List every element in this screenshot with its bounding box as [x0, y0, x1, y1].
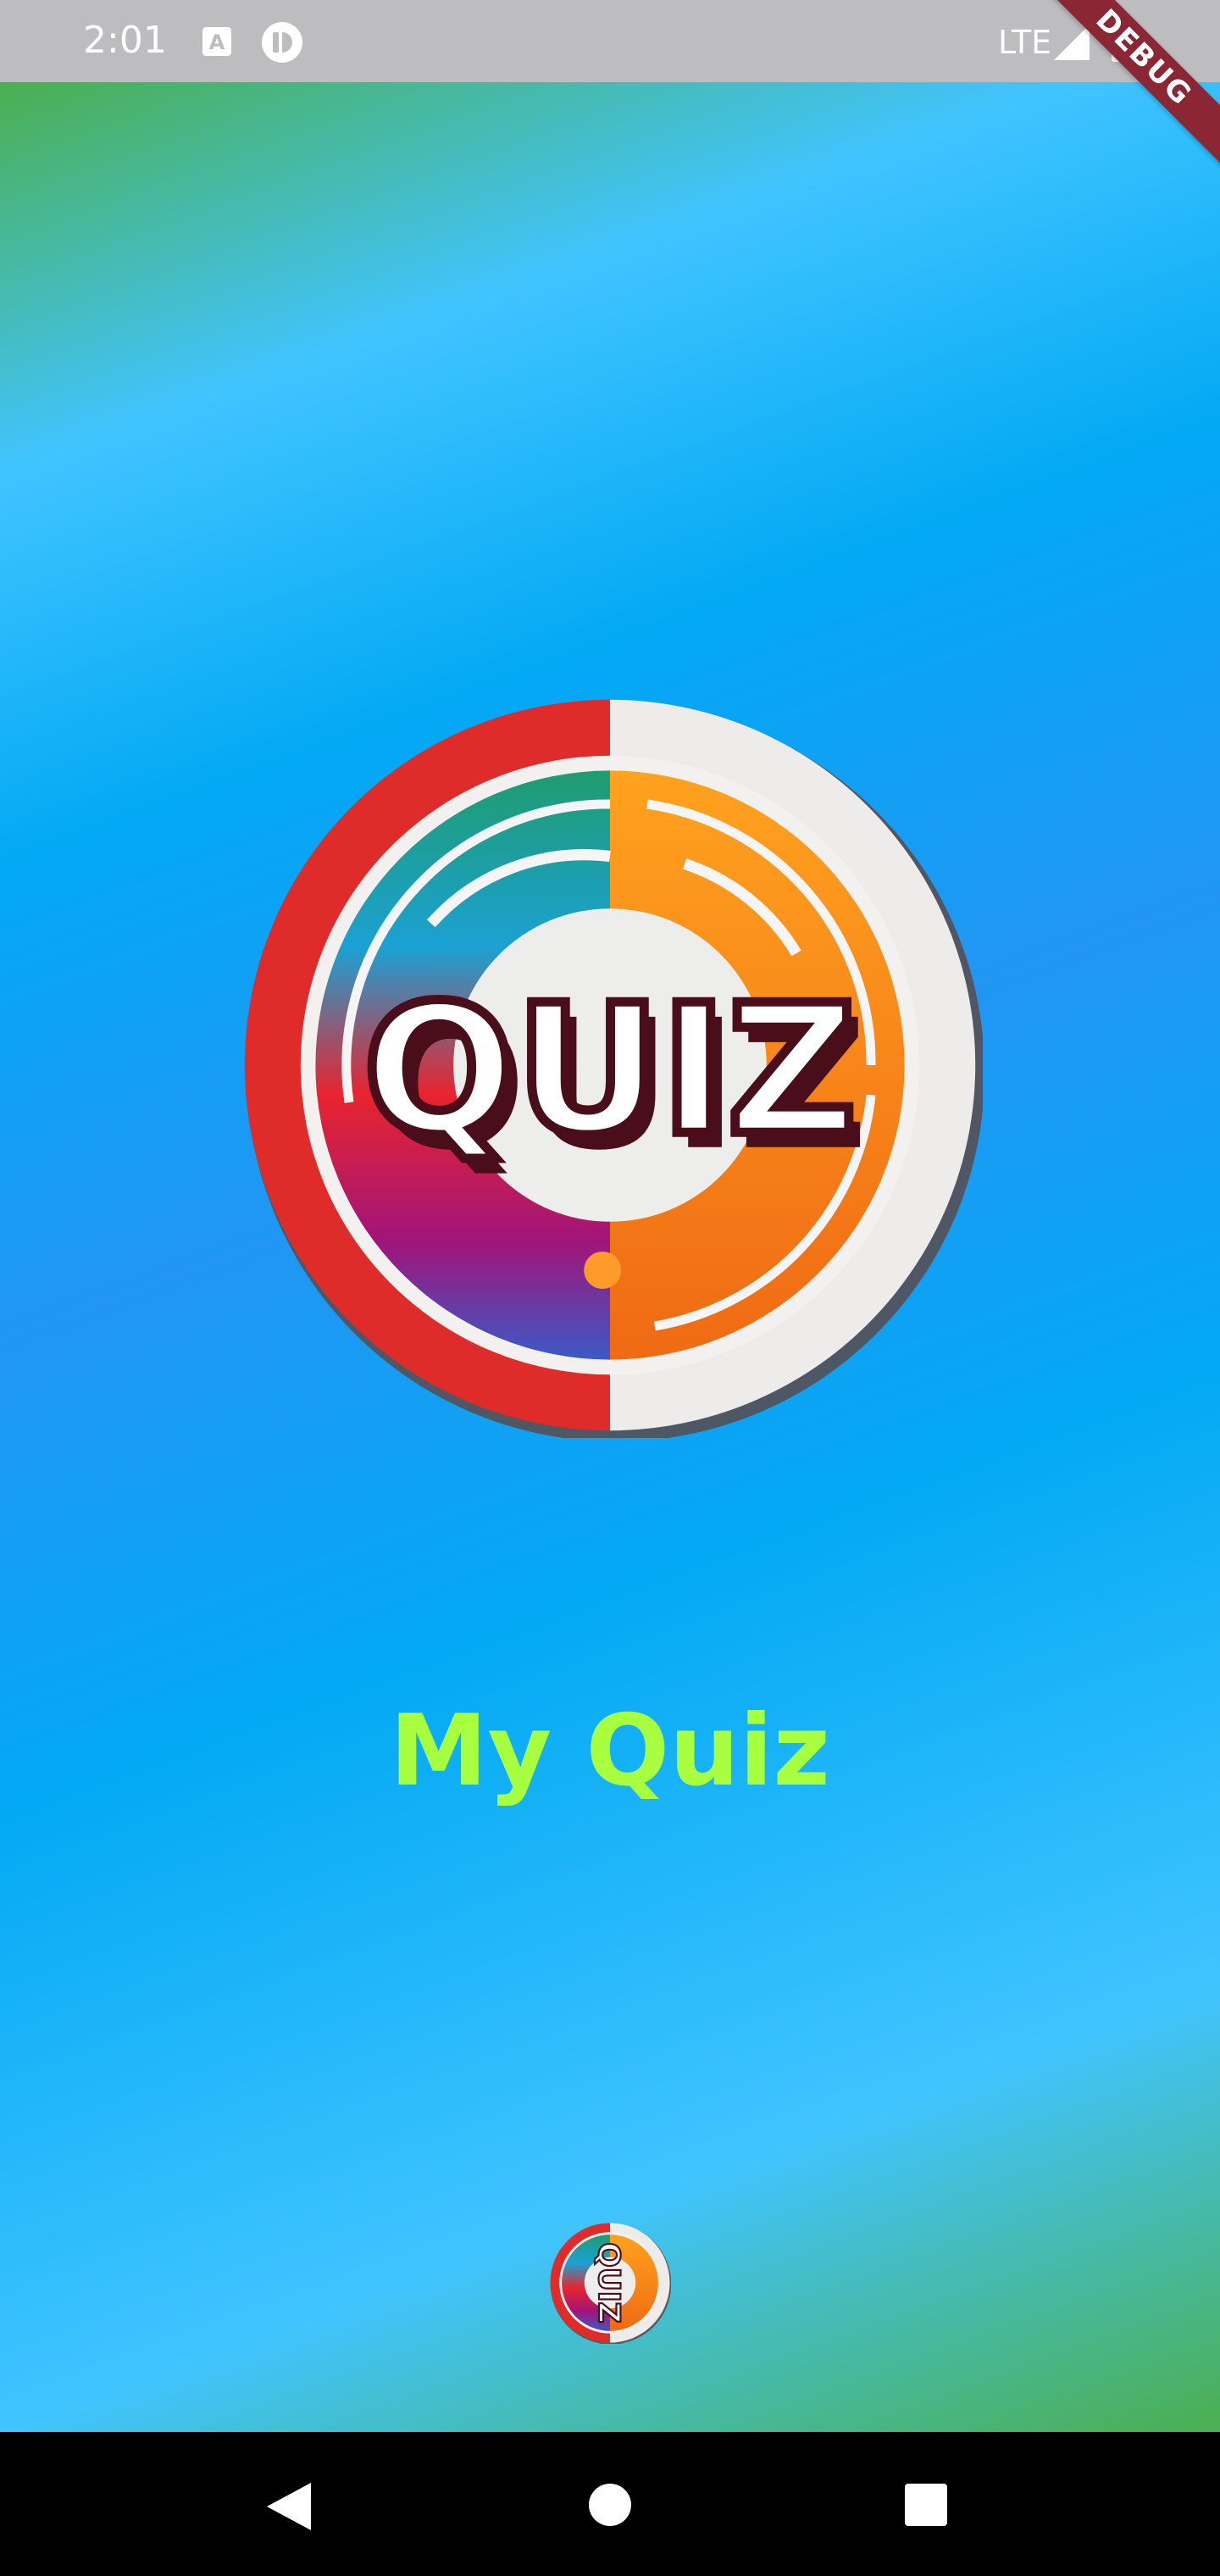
- recents-icon[interactable]: [904, 2483, 948, 2527]
- network-label: LTE: [998, 24, 1052, 61]
- navigation-bar: [0, 2432, 1220, 2576]
- keyboard-a-icon: A: [202, 27, 231, 56]
- home-icon[interactable]: [588, 2483, 632, 2527]
- logo-text-front: QUIZ: [363, 966, 857, 1174]
- app-title: My Quiz: [390, 1694, 830, 1808]
- app-notification-icon: [262, 22, 302, 63]
- quiz-logo-small: QUIZ: [550, 2223, 671, 2344]
- status-time: 2:01: [83, 19, 167, 62]
- small-logo-text: QUIZ: [591, 2242, 625, 2323]
- quiz-logo: QUIZ QUIZ: [244, 699, 983, 1438]
- status-bar: 2:01 A LTE: [0, 0, 1220, 82]
- splash-screen: QUIZ QUIZ My Quiz QUIZ: [0, 82, 1220, 2432]
- back-icon[interactable]: [265, 2481, 313, 2532]
- svg-text:A: A: [209, 31, 225, 54]
